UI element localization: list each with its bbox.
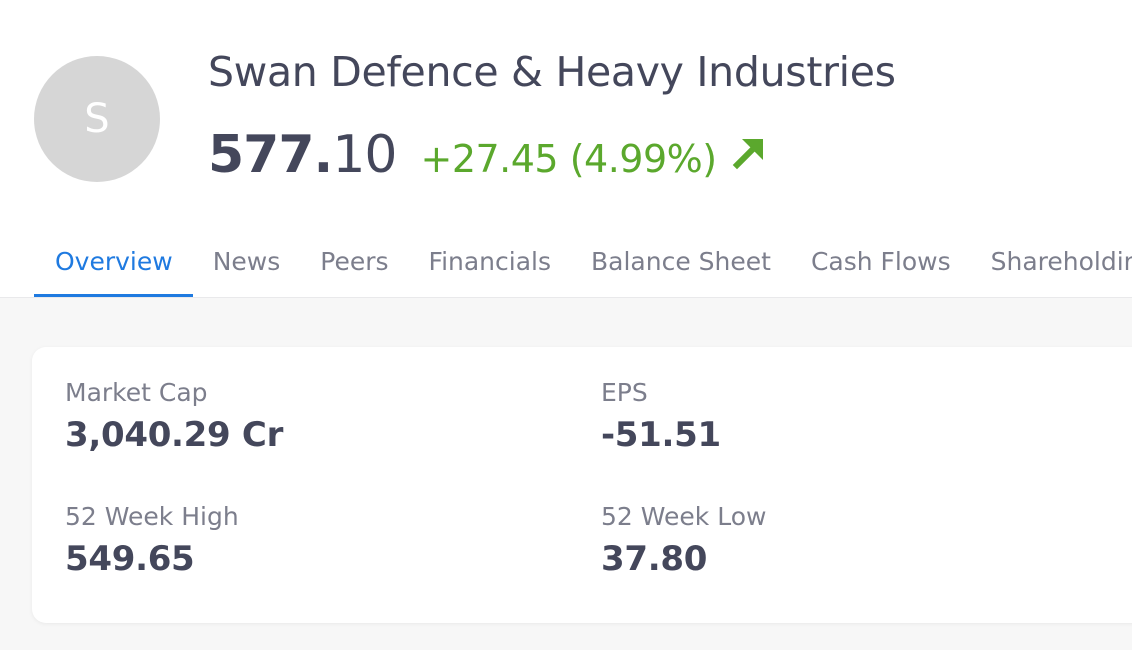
company-name: Swan Defence & Heavy Industries (208, 48, 896, 96)
arrow-up-right-icon (729, 133, 769, 173)
tab-cash-flows[interactable]: Cash Flows (791, 238, 971, 295)
stat-value: 37.80 (601, 539, 708, 579)
price-row: 577. 10 +27.45 (4.99%) (208, 125, 769, 185)
price-decimal: 10 (332, 125, 397, 185)
stat-value: 549.65 (65, 539, 195, 579)
stat-market-cap: Market Cap 3,040.29 Cr (65, 378, 283, 455)
tab-news[interactable]: News (193, 238, 301, 295)
tab-balance-sheet[interactable]: Balance Sheet (571, 238, 791, 295)
stat-52-week-high: 52 Week High 549.65 (65, 502, 239, 579)
company-avatar: S (34, 56, 160, 182)
stat-label: 52 Week Low (601, 502, 767, 531)
stat-label: 52 Week High (65, 502, 239, 531)
stock-header: S Swan Defence & Heavy Industries 577. 1… (0, 0, 1132, 298)
tab-shareholding[interactable]: Shareholding (971, 238, 1132, 295)
key-stats-card: Market Cap 3,040.29 Cr EPS -51.51 52 Wee… (32, 347, 1132, 623)
stat-52-week-low: 52 Week Low 37.80 (601, 502, 766, 579)
stat-value: -51.51 (601, 415, 721, 455)
price-integer: 577. (208, 125, 333, 185)
tab-overview[interactable]: Overview (34, 238, 193, 297)
tab-financials[interactable]: Financials (409, 238, 572, 295)
price-change: +27.45 (4.99%) (420, 137, 717, 181)
stat-eps: EPS -51.51 (601, 378, 721, 455)
tab-peers[interactable]: Peers (300, 238, 408, 295)
section-tabs: Overview News Peers Financials Balance S… (34, 238, 1132, 297)
stat-label: EPS (601, 378, 648, 407)
stat-value: 3,040.29 Cr (65, 415, 284, 455)
stat-label: Market Cap (65, 378, 208, 407)
